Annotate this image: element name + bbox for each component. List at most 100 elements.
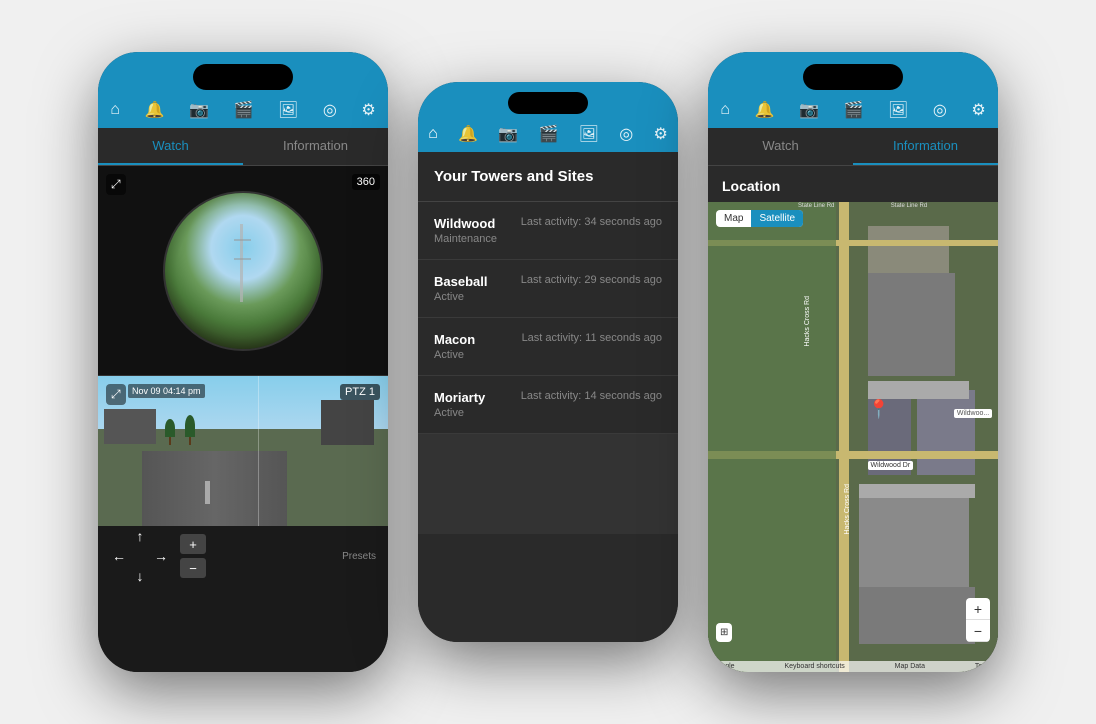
map-container[interactable]: Hacks Cross Rd Hacks Cross Rd Wildwood D… <box>708 202 998 672</box>
tree-1 <box>165 419 175 445</box>
tab-information-1[interactable]: Information <box>243 128 388 165</box>
nav-camera-icon-1[interactable]: 📷 <box>189 100 209 120</box>
nav-bell-icon-2[interactable]: 🔔 <box>458 124 478 144</box>
expand-icon-fisheye[interactable]: ⤢ <box>106 174 126 195</box>
site-activity-baseball: Last activity: 29 seconds ago <box>521 274 662 286</box>
phone-2: ⌂ 🔔 📷 🎬 🖼 ◎ ⚙ Your Towers and Sites Wild… <box>418 82 678 642</box>
map-zoom-out-btn[interactable]: − <box>966 620 990 642</box>
nav-bell-icon-1[interactable]: 🔔 <box>145 100 165 120</box>
fisheye-view: ⤢ 360 <box>98 166 388 376</box>
dpad-down-btn[interactable]: ↓ <box>137 568 144 584</box>
site-name-baseball: Baseball <box>434 274 487 289</box>
nav-settings-icon-2[interactable]: ⚙ <box>653 124 667 144</box>
building-right <box>321 400 373 445</box>
site-item-moriarty[interactable]: Moriarty Active Last activity: 14 second… <box>418 376 678 434</box>
nav-eye-icon-2[interactable]: ◎ <box>619 124 633 144</box>
map-road-hacks-cross <box>839 202 849 672</box>
nav-gallery-icon-3[interactable]: 🖼 <box>888 100 908 120</box>
dpad-left-btn[interactable]: ← <box>112 548 126 564</box>
site-name-wildwood: Wildwood <box>434 216 497 231</box>
map-location-pin: 📍 <box>868 399 890 420</box>
map-label-wildwood: Wildwood Dr <box>868 461 914 470</box>
expand-icon-ptz[interactable]: ⤢ <box>106 384 126 405</box>
map-building-2 <box>868 226 949 273</box>
map-building-4 <box>917 390 975 475</box>
map-tab-map[interactable]: Map <box>716 210 751 227</box>
presets-button[interactable]: Presets <box>342 551 376 562</box>
sites-header: Your Towers and Sites <box>418 152 678 202</box>
map-tab-satellite[interactable]: Satellite <box>751 210 803 227</box>
nav-home-icon-3[interactable]: ⌂ <box>720 101 730 119</box>
site-name-moriarty: Moriarty <box>434 390 485 405</box>
map-label-state-line-2: State Line Rd <box>888 202 930 210</box>
tab-watch-3[interactable]: Watch <box>708 128 853 165</box>
map-green-1 <box>708 202 836 672</box>
nav-gallery-icon-2[interactable]: 🖼 <box>579 124 599 144</box>
site-name-macon: Macon <box>434 332 475 347</box>
zoom-in-btn[interactable]: + <box>180 534 206 554</box>
zoom-controls: + − <box>180 534 206 578</box>
nav-home-icon-2[interactable]: ⌂ <box>428 125 438 143</box>
map-building-5 <box>859 493 969 587</box>
nav-video-icon-2[interactable]: 🎬 <box>538 124 558 144</box>
nav-bell-icon-3[interactable]: 🔔 <box>755 100 775 120</box>
site-activity-moriarty: Last activity: 14 seconds ago <box>521 390 662 402</box>
nav-home-icon-1[interactable]: ⌂ <box>110 101 120 119</box>
road-label-hacks-cross-2: Hacks Cross Rd <box>844 484 851 535</box>
tree-2 <box>185 415 195 445</box>
fisheye-circle <box>163 191 323 351</box>
site-activity-wildwood: Last activity: 34 seconds ago <box>521 216 662 228</box>
site-list: Wildwood Maintenance Last activity: 34 s… <box>418 202 678 642</box>
map-data: Map Data <box>895 663 925 670</box>
site-status-moriarty: Active <box>434 407 485 419</box>
map-label-state-line: State Line Rd <box>795 202 837 210</box>
nav-settings-icon-1[interactable]: ⚙ <box>361 100 375 120</box>
site-activity-macon: Last activity: 11 seconds ago <box>522 332 662 344</box>
site-status-baseball: Active <box>434 291 487 303</box>
site-item-macon[interactable]: Macon Active Last activity: 11 seconds a… <box>418 318 678 376</box>
nav-eye-icon-3[interactable]: ◎ <box>933 100 947 120</box>
phone-1: ⌂ 🔔 📷 🎬 🖼 ◎ ⚙ Watch Information ⤢ 360 <box>98 52 388 672</box>
map-parking-1 <box>868 381 970 400</box>
map-zoom-in-btn[interactable]: + <box>966 598 990 620</box>
nav-camera-icon-2[interactable]: 📷 <box>498 124 518 144</box>
satellite-map: Hacks Cross Rd Hacks Cross Rd Wildwood D… <box>708 202 998 672</box>
map-type-toggle: Map Satellite <box>716 210 803 227</box>
nav-gallery-icon-1[interactable]: 🖼 <box>278 100 298 120</box>
fisheye-overlay <box>165 193 321 349</box>
tab-bar-3: Watch Information <box>708 128 998 166</box>
site-item-baseball[interactable]: Baseball Active Last activity: 29 second… <box>418 260 678 318</box>
map-attribution: Google Keyboard shortcuts Map Data Terms <box>708 661 998 672</box>
tab-information-3[interactable]: Information <box>853 128 998 165</box>
watch-content-1: ⤢ 360 <box>98 166 388 672</box>
dpad-up-btn[interactable]: ↑ <box>137 528 144 544</box>
road-label-hacks-cross: Hacks Cross Rd <box>804 296 811 347</box>
dynamic-island-2 <box>508 92 588 114</box>
zoom-out-btn[interactable]: − <box>180 558 206 578</box>
location-header: Location <box>708 166 998 202</box>
nav-video-icon-1[interactable]: 🎬 <box>233 100 253 120</box>
map-building-1 <box>868 273 955 376</box>
map-zoom-controls: + − <box>966 598 990 642</box>
map-shortcuts: Keyboard shortcuts <box>784 663 844 670</box>
map-layers-btn[interactable]: ⊞ <box>716 623 732 642</box>
nav-camera-icon-3[interactable]: 📷 <box>799 100 819 120</box>
map-building-6 <box>859 587 975 643</box>
nav-eye-icon-1[interactable]: ◎ <box>323 100 337 120</box>
dpad-right-btn[interactable]: → <box>154 548 168 564</box>
phone-3: ⌂ 🔔 📷 🎬 🖼 ◎ ⚙ Watch Information Location <box>708 52 998 672</box>
site-item-wildwood[interactable]: Wildwood Maintenance Last activity: 34 s… <box>418 202 678 260</box>
nav-video-icon-3[interactable]: 🎬 <box>843 100 863 120</box>
site-status-macon: Active <box>434 349 475 361</box>
tab-watch-1[interactable]: Watch <box>98 128 243 165</box>
building-left <box>104 409 156 444</box>
map-parking-2 <box>859 484 975 498</box>
dynamic-island-3 <box>803 64 903 90</box>
sites-empty-area <box>418 434 678 534</box>
ptz-badge: PTZ 1 <box>340 384 380 400</box>
site-status-wildwood: Maintenance <box>434 233 497 245</box>
badge-360: 360 <box>352 174 380 190</box>
dynamic-island-1 <box>193 64 293 90</box>
dpad: ↑ ↓ ← → <box>110 526 170 586</box>
nav-settings-icon-3[interactable]: ⚙ <box>971 100 985 120</box>
